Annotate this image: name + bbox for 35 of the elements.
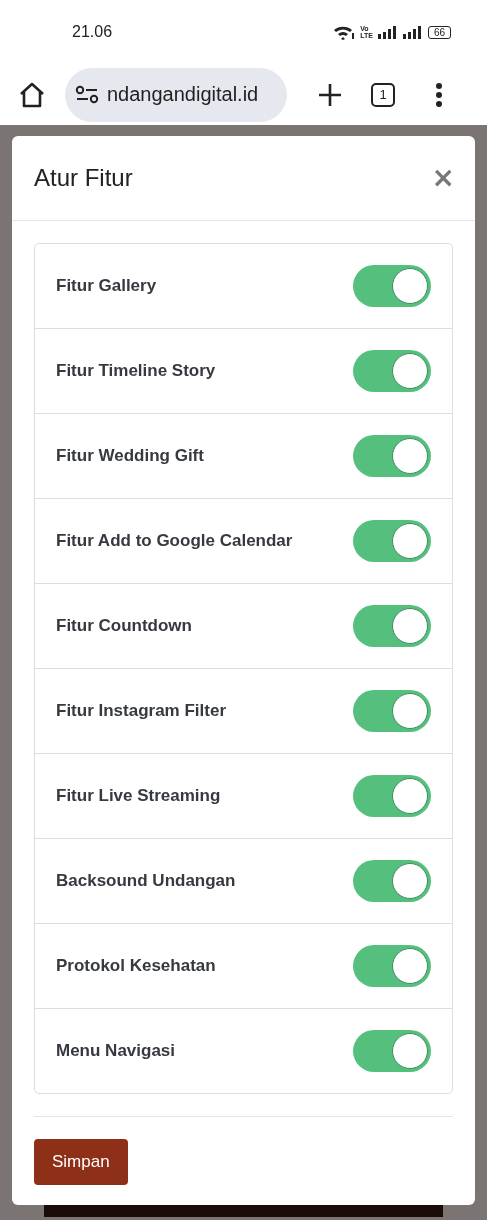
- feature-label: Backsound Undangan: [56, 871, 236, 891]
- feature-label: Fitur Add to Google Calendar: [56, 531, 293, 551]
- home-icon[interactable]: [18, 81, 46, 108]
- feature-label: Protokol Kesehatan: [56, 956, 216, 976]
- toggle-switch[interactable]: [353, 520, 431, 562]
- clock-time: 21.06: [72, 23, 113, 41]
- tab-count-button[interactable]: 1: [371, 82, 395, 107]
- toggle-switch[interactable]: [353, 350, 431, 392]
- signal-icon: [402, 25, 423, 39]
- site-settings-icon[interactable]: [75, 84, 99, 105]
- wifi-icon: [333, 24, 356, 40]
- close-button[interactable]: ×: [431, 164, 455, 192]
- url-text: ndangandigital.id: [107, 83, 259, 106]
- more-menu-icon[interactable]: [435, 81, 443, 108]
- signal-icon: [377, 25, 398, 39]
- feature-label: Fitur Instagram Filter: [56, 701, 227, 721]
- toggle-switch[interactable]: [353, 1030, 431, 1072]
- toggle-switch[interactable]: [353, 775, 431, 817]
- feature-label: Fitur Timeline Story: [56, 361, 216, 381]
- toggle-switch[interactable]: [353, 690, 431, 732]
- battery-level: 66: [427, 25, 451, 39]
- toggle-switch[interactable]: [353, 605, 431, 647]
- toggle-switch[interactable]: [353, 265, 431, 307]
- feature-label: Fitur Gallery: [56, 276, 157, 296]
- toggle-switch[interactable]: [353, 945, 431, 987]
- feature-label: Fitur Live Streaming: [56, 786, 221, 806]
- feature-label: Fitur Wedding Gift: [56, 446, 204, 466]
- toggle-switch[interactable]: [353, 860, 431, 902]
- toggle-switch[interactable]: [353, 435, 431, 477]
- dialog-title: Atur Fitur: [34, 164, 133, 192]
- plus-icon[interactable]: [317, 81, 343, 108]
- feature-label: Menu Navigasi: [56, 1041, 176, 1061]
- save-button[interactable]: Simpan: [34, 1139, 128, 1185]
- address-bar[interactable]: ndangandigital.id: [65, 67, 287, 122]
- feature-label: Fitur Countdown: [56, 616, 192, 636]
